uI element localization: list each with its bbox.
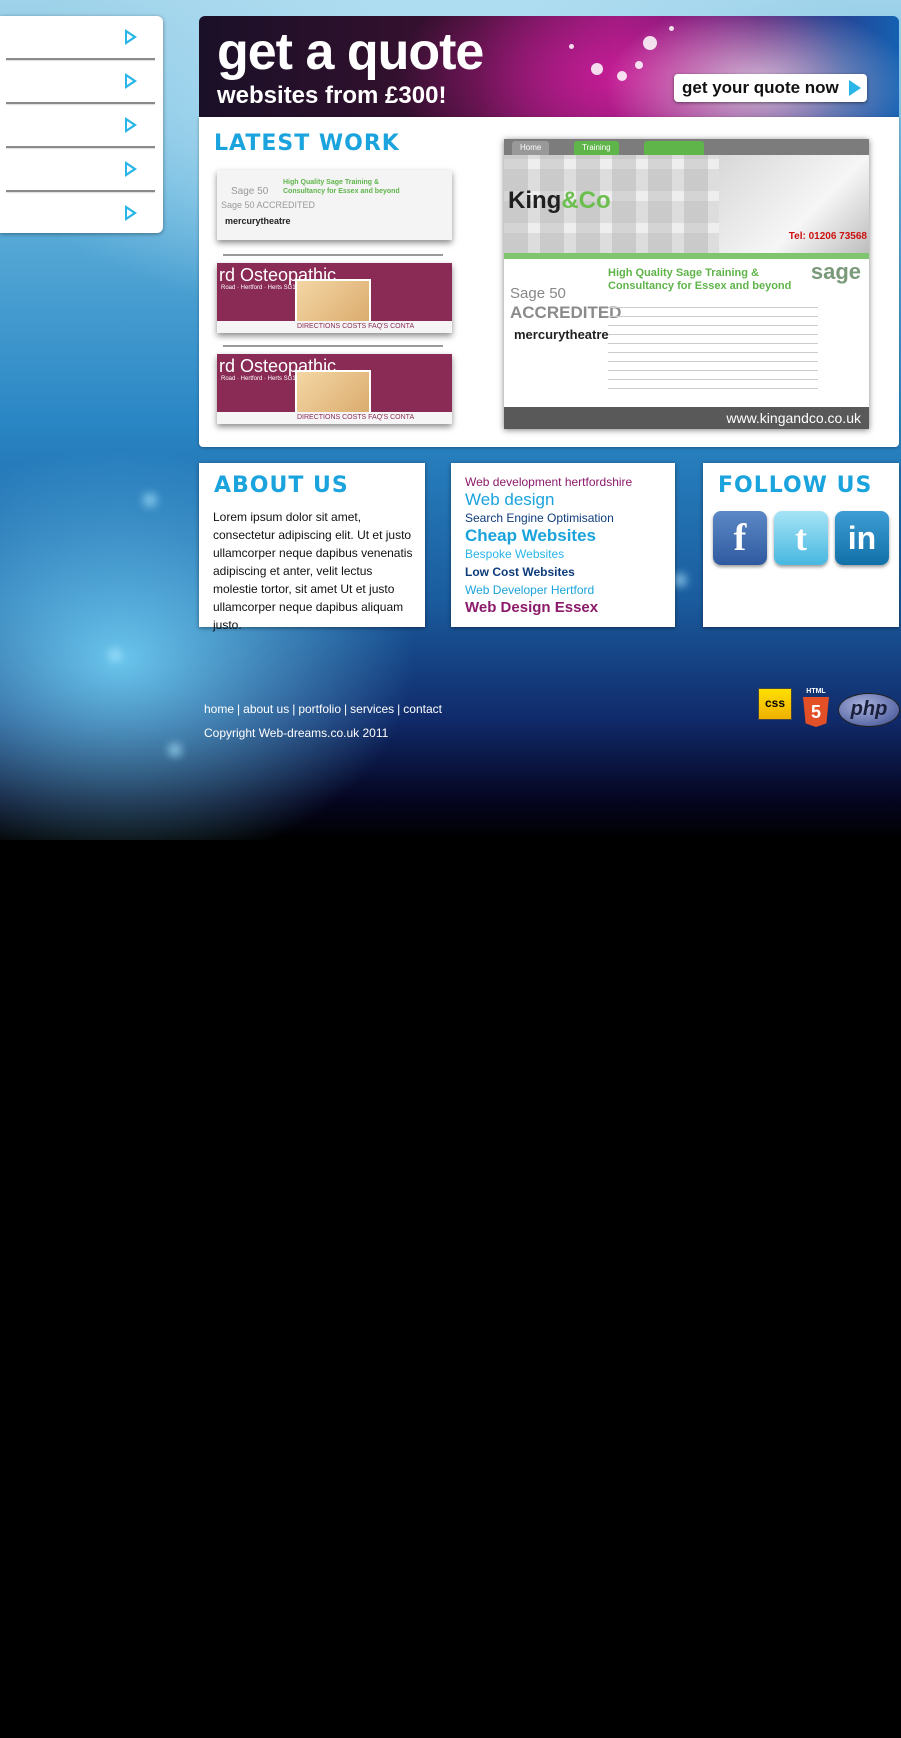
bokeh-dot [617, 71, 627, 81]
work-preview[interactable]: Home Training King&Co Tel: 01206 73568 S… [504, 139, 869, 429]
left-nav-item[interactable] [0, 16, 163, 60]
left-nav-item[interactable] [0, 192, 163, 236]
seo-link[interactable]: Cheap Websites [465, 527, 632, 545]
seo-link[interactable]: Low Cost Websites [465, 563, 632, 581]
get-quote-button[interactable]: get your quote now [674, 74, 867, 102]
preview-sage50: Sage 50 [510, 285, 566, 302]
arrow-right-icon [125, 117, 137, 133]
footer-link-about[interactable]: about us [243, 702, 289, 716]
left-nav-item[interactable] [0, 104, 163, 148]
about-heading: ABOUT US [214, 473, 349, 498]
divider [223, 254, 443, 256]
thumb-menu-bar: DIRECTIONS COSTS FAQ'S CONTA [217, 412, 452, 424]
left-nav-item[interactable] [0, 148, 163, 192]
left-nav-item[interactable] [0, 60, 163, 104]
tab-home: Home [512, 141, 550, 155]
arrow-right-icon [849, 80, 861, 96]
php-badge-icon: php [838, 693, 900, 727]
tab-other [644, 141, 704, 155]
seo-link[interactable]: Web development hertfordshire [465, 473, 632, 491]
footer-link-contact[interactable]: contact [403, 702, 442, 716]
follow-heading: FOLLOW US [718, 473, 873, 498]
arrow-right-icon [125, 205, 137, 221]
quote-banner: get a quote websites from £300! get your… [199, 16, 899, 117]
seo-links-box: Web development hertfordshire Web design S… [451, 463, 675, 627]
seo-link[interactable]: Web design [465, 491, 632, 509]
bokeh-dot [569, 44, 574, 49]
twitter-icon[interactable]: t [774, 511, 828, 565]
thumb-menu-bar: DIRECTIONS COSTS FAQ'S CONTA [217, 321, 452, 333]
facebook-icon[interactable]: f [713, 511, 767, 565]
bokeh-dot [643, 36, 657, 50]
preview-brand: mercurytheatre [514, 327, 609, 342]
html5-badge-icon: HTML 5 [802, 688, 830, 728]
bokeh-dot [635, 61, 643, 69]
arrow-right-icon [125, 73, 137, 89]
preview-sage-logo: sage [810, 259, 861, 284]
banner-title: get a quote [217, 23, 484, 81]
thumb-sage50: Sage 50 [231, 186, 269, 197]
banner-subtitle: websites from £300! [217, 82, 447, 109]
bokeh-dot [669, 26, 674, 31]
arrow-right-icon [125, 29, 137, 45]
tab-training: Training [574, 141, 619, 155]
follow-box: FOLLOW US f t in [703, 463, 899, 627]
get-quote-label: get your quote now [682, 78, 839, 97]
footer-link-services[interactable]: services [350, 702, 394, 716]
preview-logo: King&Co [508, 187, 611, 214]
latest-work-heading: LATEST WORK [214, 131, 400, 156]
preview-caption-bar: www.kingandco.co.uk [504, 407, 869, 429]
latest-work-panel: LATEST WORK Sage 50 Sage 50 ACCREDITED m… [199, 117, 899, 447]
seo-link-list: Web development hertfordshire Web design S… [465, 473, 632, 617]
copyright-text: Copyright Web-dreams.co.uk 2011 [204, 726, 389, 740]
preview-telephone: Tel: 01206 73568 [788, 231, 867, 242]
about-text: Lorem ipsum dolor sit amet, consectetur … [213, 510, 413, 632]
portfolio-thumbnail[interactable]: rd Osteopathic Road · Hertford · Herts S… [217, 263, 452, 333]
arrow-right-icon [125, 161, 137, 177]
bokeh-dot [591, 63, 603, 75]
preview-body-text [608, 299, 818, 389]
footer-link-portfolio[interactable]: portfolio [298, 702, 341, 716]
preview-headline: High Quality Sage Training & Consultancy… [608, 267, 792, 292]
preview-tabs: Home Training [504, 139, 869, 155]
about-box: ABOUT US Lorem ipsum dolor sit amet, con… [199, 463, 425, 632]
divider [223, 345, 443, 347]
preview-accredited: ACCREDITED [510, 303, 622, 322]
thumb-brand: mercurytheatre [225, 216, 291, 226]
footer-nav: home | about us | portfolio | services | contact [204, 702, 442, 716]
thumb-headline: High Quality Sage Training & Consultancy… [283, 179, 400, 195]
seo-link[interactable]: Web Design Essex [465, 599, 632, 617]
thumb-accredited: Sage 50 ACCREDITED [221, 200, 316, 210]
linkedin-icon[interactable]: in [835, 511, 889, 565]
preview-caption: www.kingandco.co.uk [726, 410, 861, 426]
left-nav [0, 16, 163, 233]
seo-link[interactable]: Bespoke Websites [465, 545, 632, 563]
portfolio-thumbnail[interactable]: Sage 50 Sage 50 ACCREDITED mercurytheatr… [217, 170, 452, 240]
seo-link[interactable]: Web Developer Hertford [465, 581, 632, 599]
css-badge-icon: css [758, 688, 792, 720]
footer-link-home[interactable]: home [204, 702, 234, 716]
seo-link[interactable]: Search Engine Optimisation [465, 509, 632, 527]
portfolio-thumbnail[interactable]: rd Osteopathic Road · Hertford · Herts S… [217, 354, 452, 424]
